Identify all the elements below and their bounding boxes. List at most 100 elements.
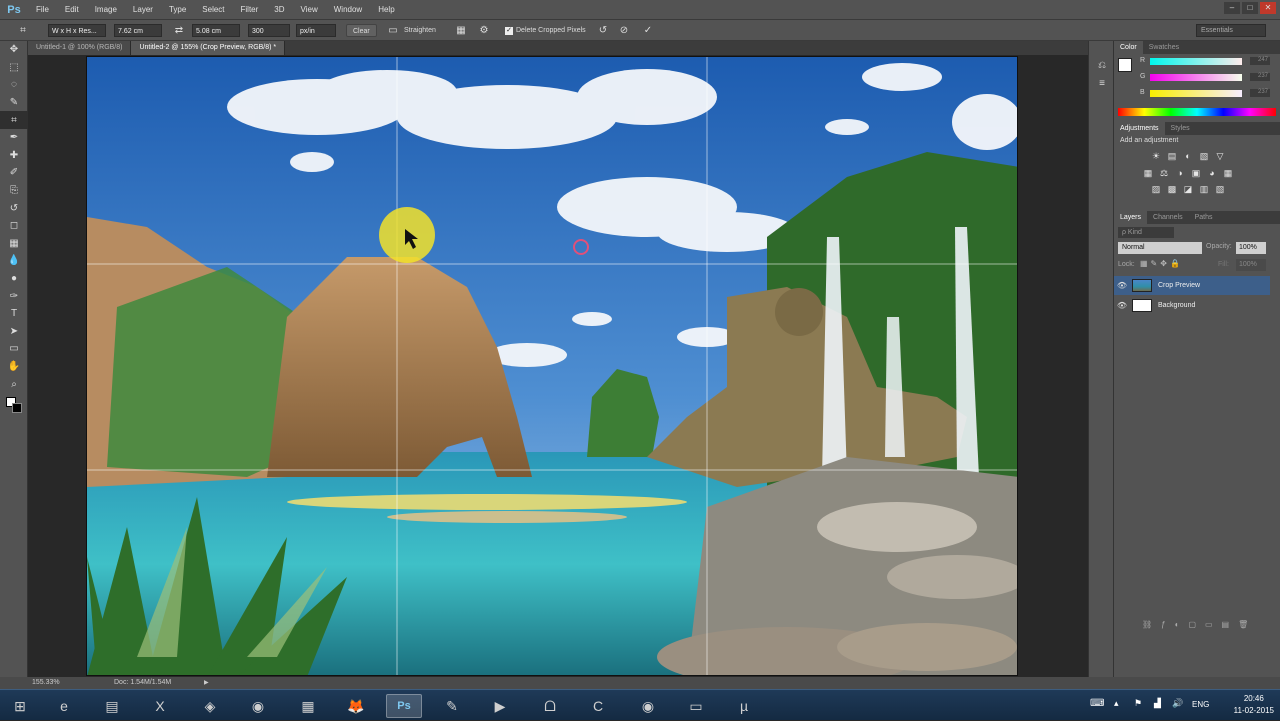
layer-row-crop-preview[interactable]: 👁 Crop Preview	[1114, 276, 1270, 295]
file-explorer-icon[interactable]: ▤	[94, 694, 130, 718]
swap-dimensions-icon[interactable]: ⇄	[172, 24, 186, 37]
menu-edit[interactable]: Edit	[57, 5, 87, 14]
tab-layers[interactable]: Layers	[1114, 211, 1148, 224]
marquee-tool-icon[interactable]: ⬚	[0, 59, 28, 77]
adjustment-icon[interactable]: ▤	[1164, 149, 1180, 165]
menu-type[interactable]: Type	[161, 5, 194, 14]
adjustment-icon[interactable]: ☀	[1148, 149, 1164, 165]
adjustment-icon[interactable]: ▩	[1164, 181, 1180, 197]
volume-icon[interactable]: 🔊	[1172, 698, 1183, 709]
eraser-tool-icon[interactable]: ◻	[0, 217, 28, 235]
tab-swatches[interactable]: Swatches	[1143, 41, 1185, 54]
adjustment-icon[interactable]: ▦	[1140, 165, 1156, 181]
adjustment-icon[interactable]: ▨	[1148, 181, 1164, 197]
blue-slider[interactable]: B 237	[1140, 89, 1270, 97]
history-brush-tool-icon[interactable]: ↺	[0, 199, 28, 217]
straighten-button[interactable]: Straighten	[404, 24, 436, 37]
maximize-button[interactable]: □	[1242, 2, 1258, 14]
clone-tool-icon[interactable]: ⎘	[0, 182, 28, 200]
gradient-tool-icon[interactable]: ▦	[0, 235, 28, 253]
delete-cropped-checkbox[interactable]: ✓ Delete Cropped Pixels	[505, 24, 586, 37]
brush-tool-icon[interactable]: ✐	[0, 164, 28, 182]
tab-styles[interactable]: Styles	[1165, 122, 1196, 135]
minimize-button[interactable]: –	[1224, 2, 1240, 14]
tab-untitled-2[interactable]: Untitled-2 @ 155% (Crop Preview, RGB/8) …	[131, 41, 286, 55]
width-field[interactable]: 7.62 cm	[114, 24, 162, 37]
camtasia-recorder-icon[interactable]: C	[580, 694, 616, 718]
notepad-icon[interactable]: ✎	[434, 694, 470, 718]
fill-field[interactable]: 100%	[1236, 259, 1266, 271]
menu-layer[interactable]: Layer	[125, 5, 161, 14]
internet-explorer-icon[interactable]: e	[46, 694, 82, 718]
overlay-options-icon[interactable]: ▦	[454, 24, 468, 37]
clock[interactable]: 20:46 11-02-2015	[1234, 693, 1274, 717]
flag-icon[interactable]: ⚑	[1134, 698, 1142, 709]
resolution-field[interactable]: 300	[248, 24, 290, 37]
straighten-icon[interactable]: ▭	[386, 24, 400, 37]
background-color[interactable]	[12, 402, 22, 413]
commit-icon[interactable]: ✓	[641, 24, 655, 37]
green-slider[interactable]: G 237	[1140, 73, 1270, 81]
adjustment-icon[interactable]: ⚖	[1156, 165, 1172, 181]
red-slider[interactable]: R 247	[1140, 57, 1270, 65]
close-button[interactable]: ✕	[1260, 2, 1276, 14]
blur-tool-icon[interactable]: 💧	[0, 252, 28, 270]
adjustment-icon[interactable]: ▣	[1188, 165, 1204, 181]
firefox-icon[interactable]: 🦊	[338, 694, 374, 718]
kinect-icon[interactable]: ᗝ	[532, 694, 568, 718]
status-menu-arrow-icon[interactable]: ▶	[204, 677, 209, 689]
menu-view[interactable]: View	[293, 5, 326, 14]
vlc-icon[interactable]: ▶	[482, 694, 518, 718]
layer-row-background[interactable]: 👁 Background	[1114, 296, 1270, 315]
color-spectrum-bar[interactable]	[1118, 108, 1276, 116]
foreground-swatch[interactable]	[1118, 58, 1132, 72]
menu-filter[interactable]: Filter	[233, 5, 267, 14]
lock-icons[interactable]: ▦✎✥🔒	[1140, 259, 1183, 268]
cancel-icon[interactable]: ⊘	[617, 24, 631, 37]
adjustment-icon[interactable]: ◑	[1172, 165, 1188, 181]
menu-select[interactable]: Select	[194, 5, 232, 14]
crop-artboard[interactable]	[86, 56, 1018, 676]
clear-button[interactable]: Clear	[346, 24, 377, 37]
pen-tool-icon[interactable]: ✑	[0, 287, 28, 305]
keyboard-icon[interactable]: ⌨	[1090, 698, 1104, 709]
blue-value[interactable]: 237	[1250, 89, 1270, 97]
start-icon[interactable]: ⊞	[2, 694, 38, 718]
visibility-eye-icon[interactable]: 👁	[1114, 281, 1130, 290]
filter-kind-select[interactable]: ρ Kind	[1118, 227, 1174, 238]
lasso-tool-icon[interactable]: ◌	[0, 76, 28, 94]
height-field[interactable]: 5.08 cm	[192, 24, 240, 37]
tab-untitled-1[interactable]: Untitled-1 @ 100% (RGB/8)	[28, 41, 132, 55]
reset-icon[interactable]: ↺	[596, 24, 610, 37]
fg-bg-color-swatches[interactable]	[0, 393, 28, 417]
camtasia-icon[interactable]: ◈	[192, 694, 228, 718]
adjustment-icon[interactable]: ◐	[1180, 148, 1196, 164]
tray-arrow-icon[interactable]: ▴	[1114, 698, 1119, 709]
menu-image[interactable]: Image	[87, 5, 125, 14]
adjustment-icon[interactable]: ▥	[1196, 181, 1212, 197]
language-indicator[interactable]: ENG	[1192, 700, 1209, 709]
adjustment-icon[interactable]: ▽	[1212, 149, 1228, 165]
shape-tool-icon[interactable]: ▭	[0, 340, 28, 358]
move-tool-icon[interactable]: ✥	[0, 41, 28, 59]
menu-help[interactable]: Help	[370, 5, 402, 14]
opacity-field[interactable]: 100%	[1236, 242, 1266, 254]
eyedropper-tool-icon[interactable]: ✒	[0, 129, 28, 147]
tab-color[interactable]: Color	[1114, 41, 1143, 54]
menu-window[interactable]: Window	[326, 5, 370, 14]
path-select-tool-icon[interactable]: ➤	[0, 323, 28, 341]
tab-adjustments[interactable]: Adjustments	[1114, 122, 1165, 135]
adjustment-icon[interactable]: ▧	[1212, 181, 1228, 197]
crop-tool-icon[interactable]: ⌗	[0, 111, 28, 129]
photoshop-icon[interactable]: Ps	[386, 694, 422, 718]
dodge-tool-icon[interactable]: ●	[0, 270, 28, 288]
red-value[interactable]: 247	[1250, 57, 1270, 65]
network-folder-icon[interactable]: ▭	[678, 694, 714, 718]
adjustment-icon[interactable]: ◕	[1204, 165, 1220, 181]
layer-actions-bar[interactable]: ⛓ƒ◐▢▭▤🗑	[1142, 620, 1257, 629]
type-tool-icon[interactable]: T	[0, 305, 28, 323]
opera-icon[interactable]: ◉	[630, 694, 666, 718]
healing-tool-icon[interactable]: ✚	[0, 147, 28, 165]
excel-icon[interactable]: X	[142, 694, 178, 718]
green-value[interactable]: 237	[1250, 73, 1270, 81]
